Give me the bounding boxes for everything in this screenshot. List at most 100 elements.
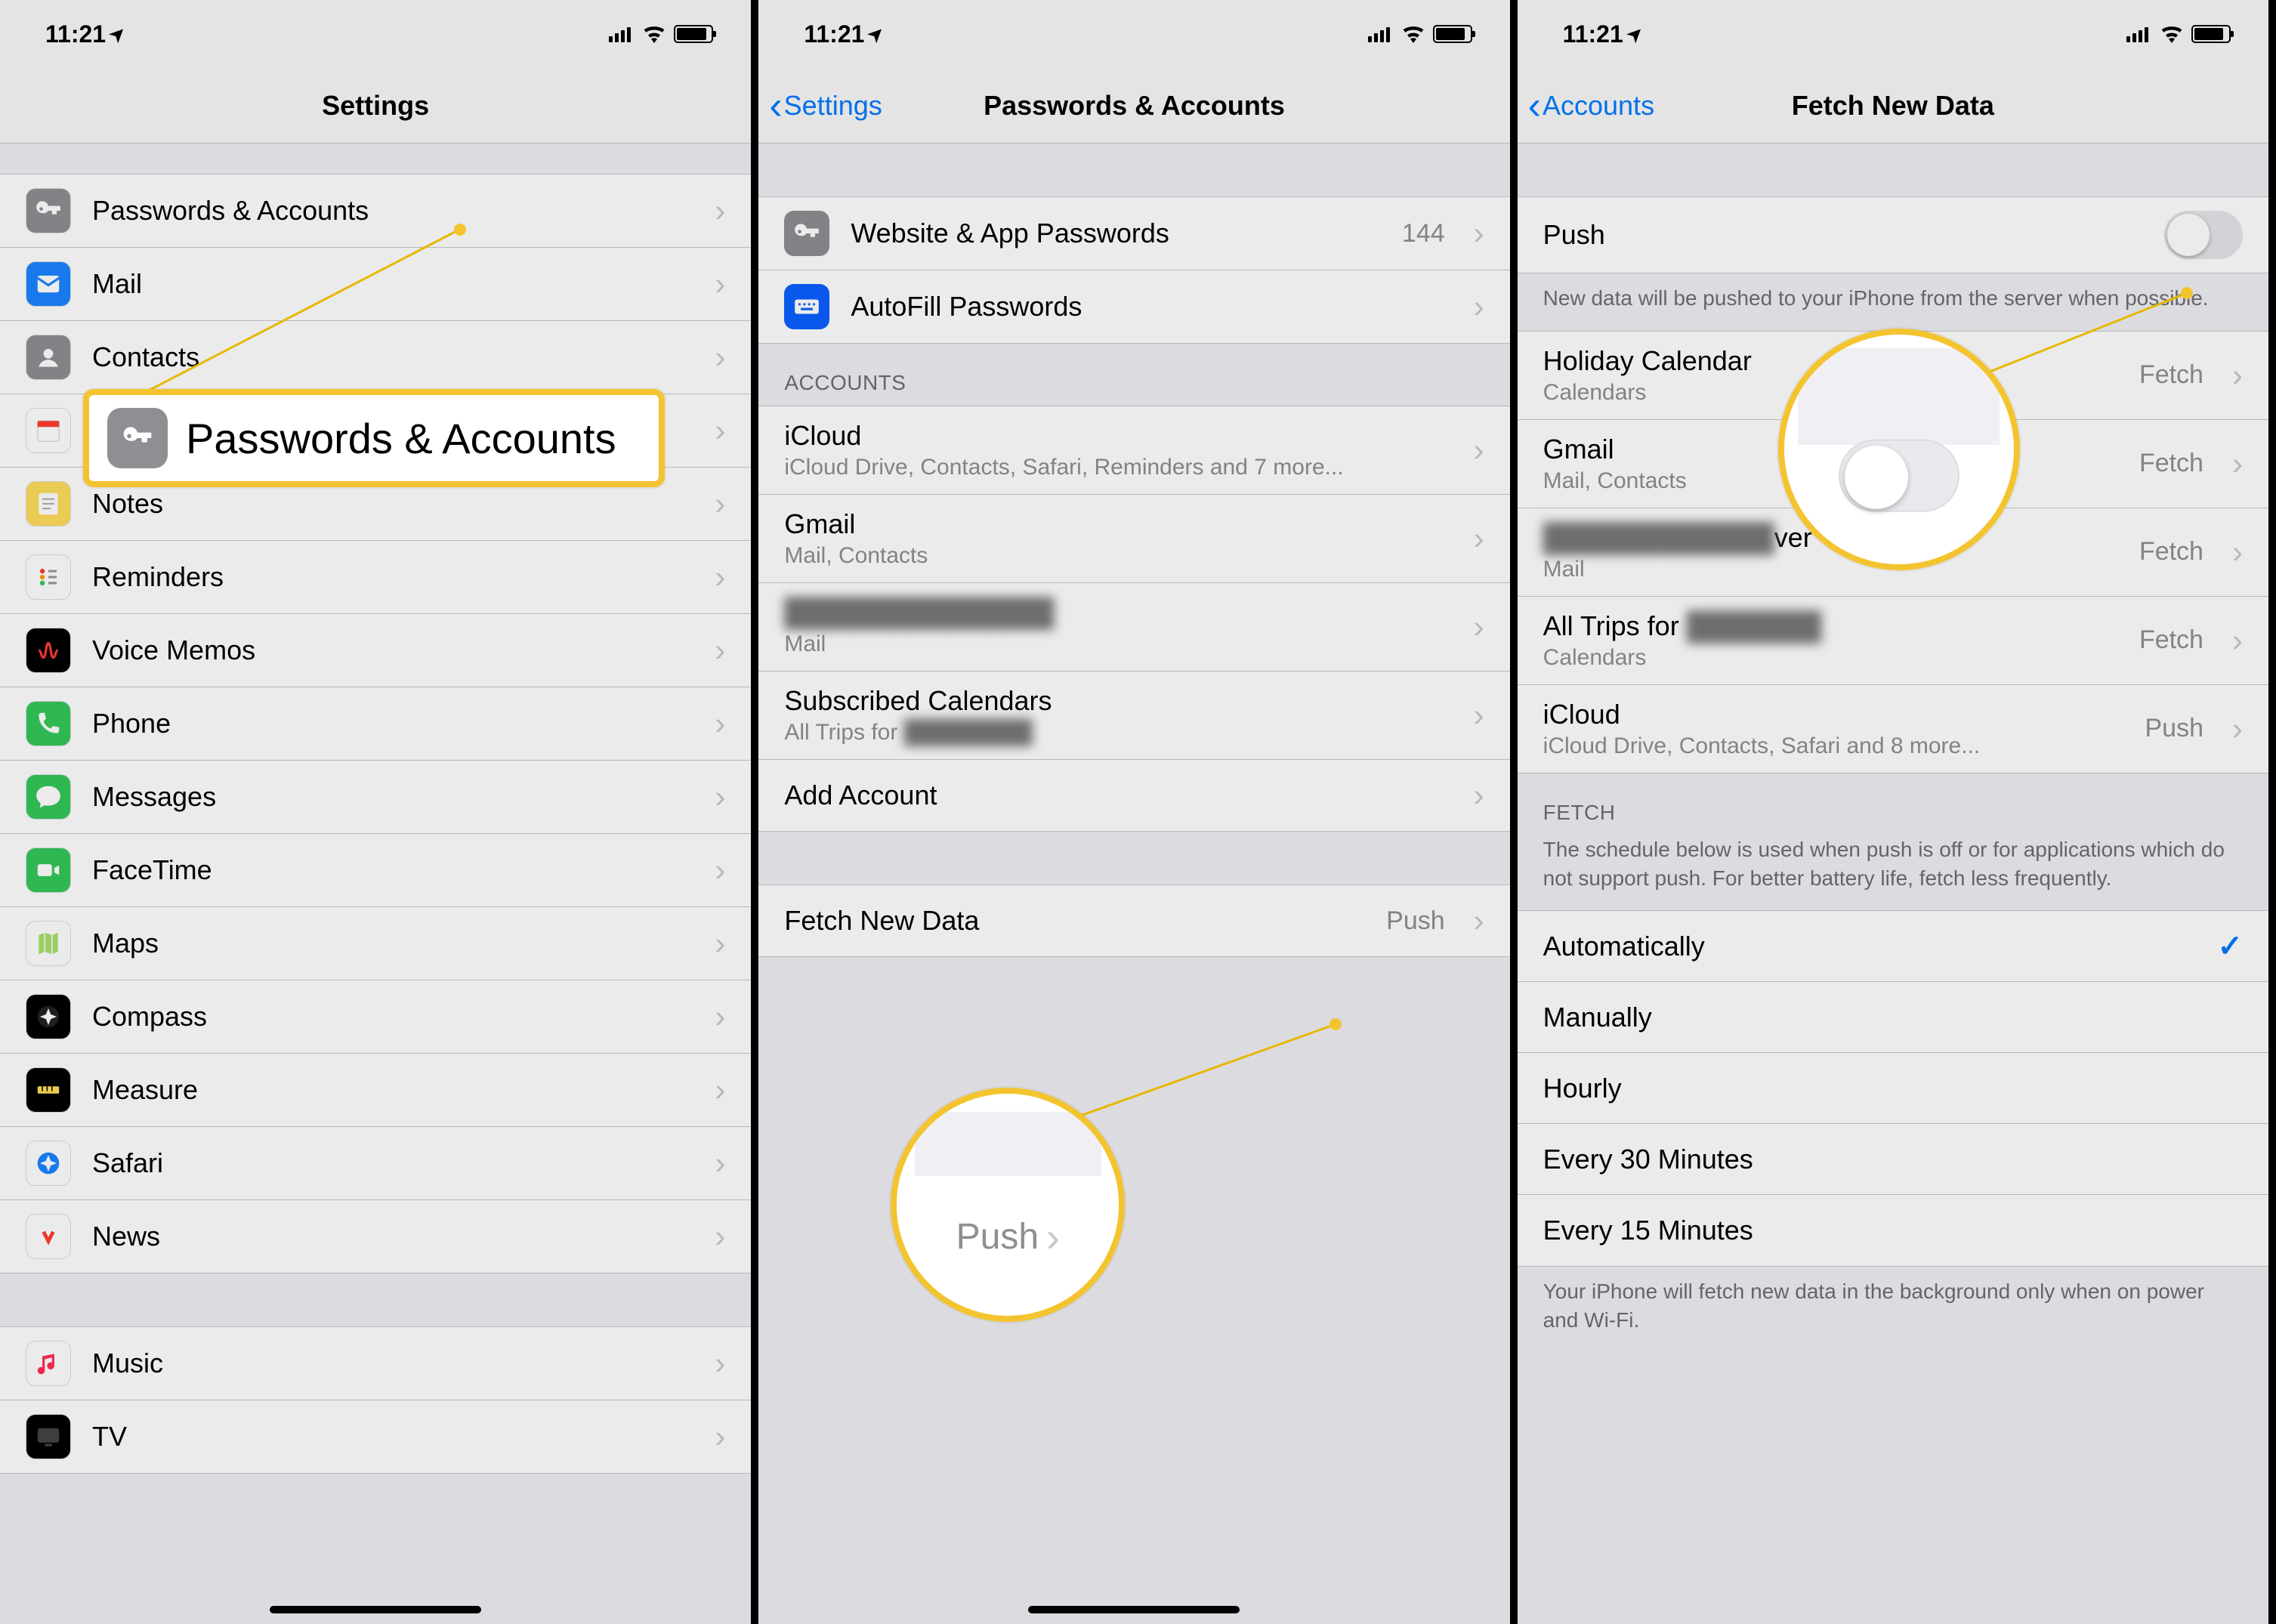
page-title: Fetch New Data (1792, 90, 1994, 122)
safari-icon (26, 1141, 71, 1186)
battery-icon (674, 25, 713, 43)
key-icon (26, 188, 71, 233)
settings-row-voicememos[interactable]: Voice Memos› (0, 614, 751, 687)
row-push-toggle[interactable]: Push (1518, 197, 2268, 273)
account-row[interactable]: ██████████████Mail› (758, 583, 1509, 672)
settings-row-mail[interactable]: Mail› (0, 248, 751, 321)
fetch-option[interactable]: Every 15 Minutes (1518, 1195, 2268, 1266)
fetch-option[interactable]: Hourly (1518, 1053, 2268, 1124)
home-indicator[interactable] (1028, 1606, 1240, 1613)
chevron-right-icon: › (715, 1145, 725, 1181)
chevron-right-icon: › (1474, 520, 1484, 557)
battery-icon (2191, 25, 2231, 43)
settings-row-measure[interactable]: Measure› (0, 1054, 751, 1127)
chevron-right-icon: › (715, 193, 725, 229)
chevron-right-icon: › (715, 1419, 725, 1455)
chevron-right-icon: › (1474, 697, 1484, 733)
callout-passwords-accounts: Passwords & Accounts (83, 389, 665, 487)
chevron-right-icon: › (715, 339, 725, 375)
voicememos-icon (26, 628, 71, 673)
settings-row-messages[interactable]: Messages› (0, 761, 751, 834)
home-indicator[interactable] (270, 1606, 481, 1613)
fetch-footer-top: The schedule below is used when push is … (1518, 835, 2268, 911)
settings-row-facetime[interactable]: FaceTime› (0, 834, 751, 907)
chevron-right-icon: › (2232, 534, 2243, 570)
row-fetch-new-data[interactable]: Fetch New Data Push › (758, 885, 1509, 956)
settings-row-tv[interactable]: TV› (0, 1400, 751, 1473)
chevron-right-icon: › (715, 999, 725, 1035)
wifi-icon (1401, 25, 1425, 43)
settings-row-safari[interactable]: Safari› (0, 1127, 751, 1200)
fetch-option[interactable]: Automatically✓ (1518, 911, 2268, 982)
account-row[interactable]: GmailMail, Contacts› (758, 495, 1509, 583)
measure-icon (26, 1067, 71, 1113)
row-key[interactable]: Website & App Passwords144› (758, 197, 1509, 270)
toggle-push[interactable] (2164, 211, 2243, 259)
chevron-right-icon: › (2232, 622, 2243, 659)
account-row[interactable]: Subscribed CalendarsAll Trips for ██████… (758, 672, 1509, 760)
settings-row-compass[interactable]: Compass› (0, 980, 751, 1054)
account-row[interactable]: iCloudiCloud Drive, Contacts, Safari, Re… (758, 406, 1509, 495)
status-time: 11:21➤ (45, 20, 125, 48)
callout-toggle-off (1778, 329, 2020, 570)
cellular-icon (609, 26, 635, 42)
settings-row-reminders[interactable]: Reminders› (0, 541, 751, 614)
messages-icon (26, 774, 71, 820)
chevron-right-icon: › (1474, 215, 1484, 252)
chevron-right-icon: › (1046, 1214, 1060, 1261)
status-bar: 11:21➤ (0, 0, 751, 68)
contacts-icon (26, 335, 71, 380)
key-icon (784, 211, 829, 256)
account-fetch-row[interactable]: All Trips for ███████CalendarsFetch› (1518, 597, 2268, 685)
settings-row-key[interactable]: Passwords & Accounts› (0, 174, 751, 248)
keyboard-icon (784, 284, 829, 329)
fetch-option[interactable]: Every 30 Minutes (1518, 1124, 2268, 1195)
settings-row-phone[interactable]: Phone› (0, 687, 751, 761)
news-icon (26, 1214, 71, 1259)
chevron-right-icon: › (715, 779, 725, 815)
chevron-right-icon: › (715, 486, 725, 522)
back-button[interactable]: ‹Accounts (1528, 90, 1654, 122)
row-keyboard[interactable]: AutoFill Passwords› (758, 270, 1509, 343)
chevron-right-icon: › (715, 1072, 725, 1108)
navbar: ‹Accounts Fetch New Data (1518, 68, 2268, 144)
fetch-option[interactable]: Manually (1518, 982, 2268, 1053)
callout-label: Passwords & Accounts (186, 414, 616, 463)
chevron-right-icon: › (2232, 446, 2243, 482)
chevron-right-icon: › (1474, 609, 1484, 645)
battery-icon (1433, 25, 1472, 43)
navbar: ‹Settings Passwords & Accounts (758, 68, 1509, 144)
page-title: Settings (322, 90, 429, 122)
chevron-right-icon: › (715, 705, 725, 742)
chevron-right-icon: › (715, 852, 725, 888)
chevron-right-icon: › (1474, 903, 1484, 939)
settings-row-music[interactable]: Music› (0, 1327, 751, 1400)
chevron-right-icon: › (715, 1218, 725, 1255)
account-row[interactable]: Add Account› (758, 760, 1509, 831)
mail-icon (26, 261, 71, 307)
phone-fetch-new-data: 11:21➤ ‹Accounts Fetch New Data Push New… (1518, 0, 2276, 1624)
maps-icon (26, 921, 71, 966)
reminders-icon (26, 554, 71, 600)
chevron-right-icon: › (715, 1345, 725, 1382)
notes-icon (26, 481, 71, 526)
status-bar: 11:21➤ (1518, 0, 2268, 68)
push-footer: New data will be pushed to your iPhone f… (1518, 273, 2268, 331)
status-indicators (609, 25, 713, 43)
chevron-right-icon: › (715, 925, 725, 962)
cellular-icon (1368, 26, 1394, 42)
chevron-right-icon: › (715, 632, 725, 668)
chevron-left-icon: ‹ (769, 96, 782, 116)
back-button[interactable]: ‹Settings (769, 90, 882, 122)
chevron-left-icon: ‹ (1528, 96, 1541, 116)
settings-row-contacts[interactable]: Contacts› (0, 321, 751, 394)
section-header-accounts: ACCOUNTS (758, 344, 1509, 406)
settings-row-maps[interactable]: Maps› (0, 907, 751, 980)
settings-row-news[interactable]: News› (0, 1200, 751, 1273)
calendar-icon (26, 408, 71, 453)
account-fetch-row[interactable]: iCloudiCloud Drive, Contacts, Safari and… (1518, 685, 2268, 773)
tv-icon (26, 1414, 71, 1459)
chevron-right-icon: › (1474, 777, 1484, 814)
wifi-icon (642, 25, 666, 43)
wifi-icon (2160, 25, 2184, 43)
